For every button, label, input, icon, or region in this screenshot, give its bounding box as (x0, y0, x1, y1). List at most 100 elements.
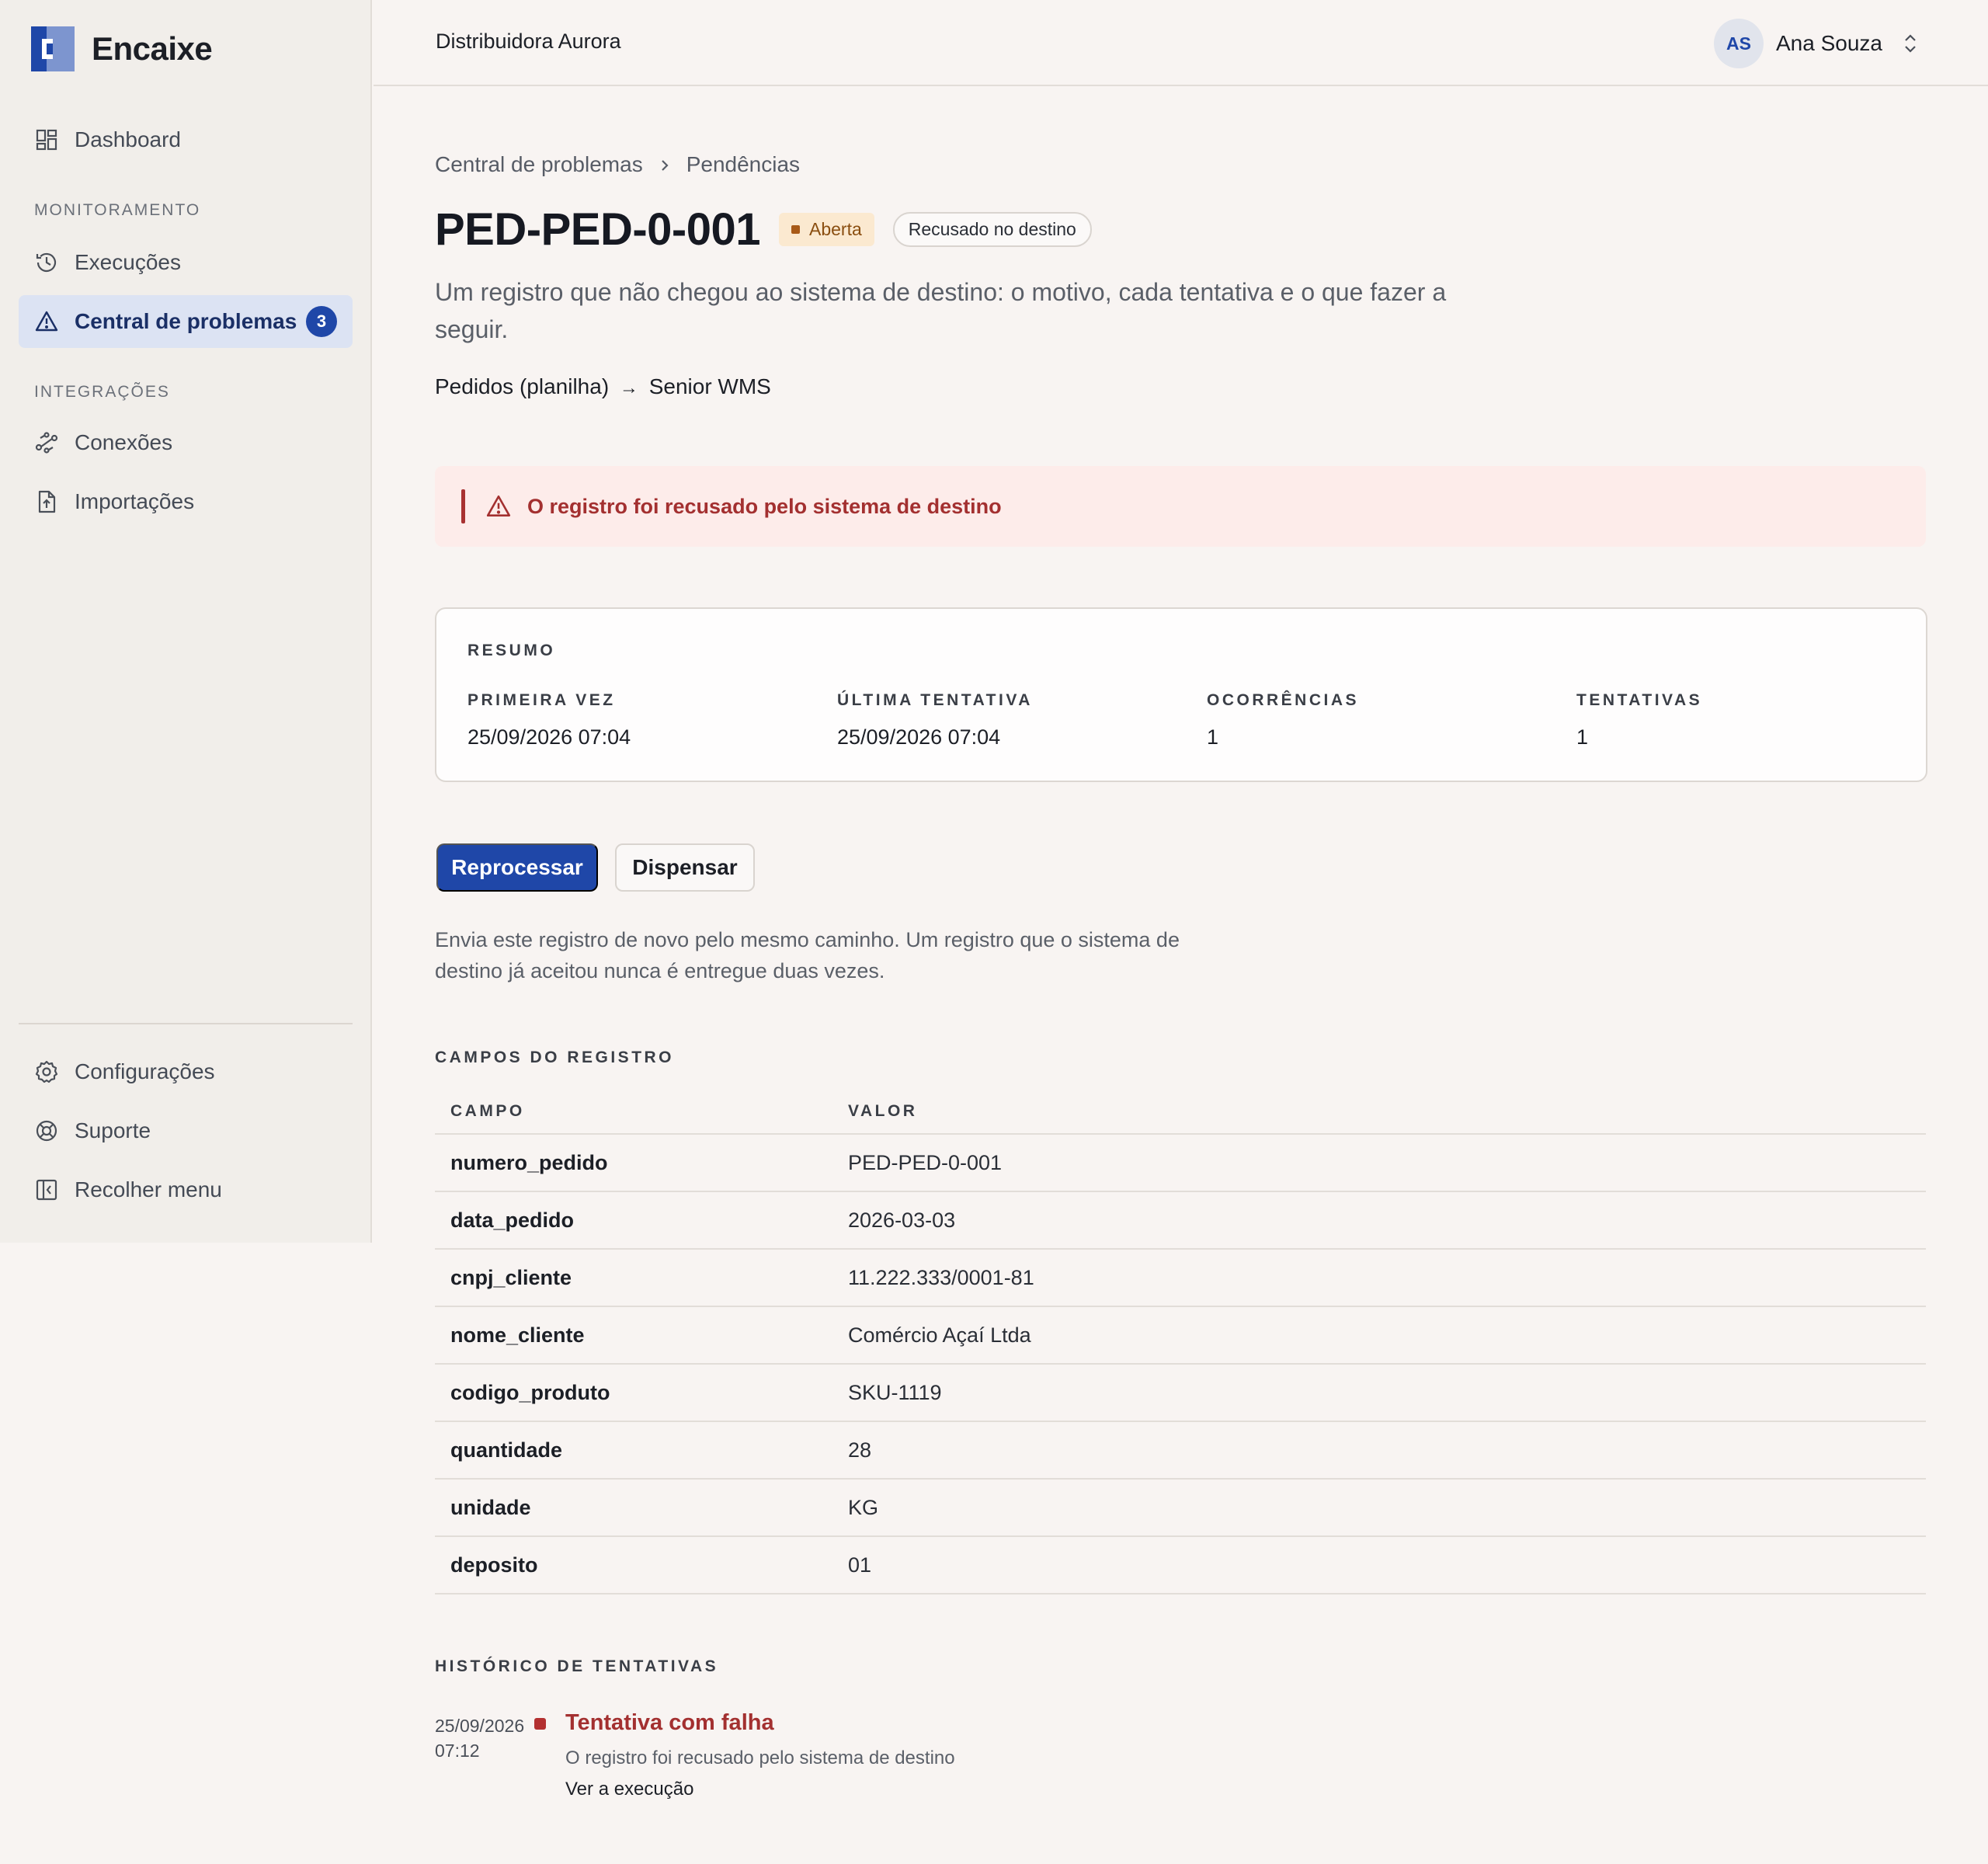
nav-section-monitoring: MONITORAMENTO (34, 201, 201, 219)
history-item: 25/09/2026 07:12 Tentativa com falha O r… (435, 1710, 1522, 1819)
fields-section-title: CAMPOS DO REGISTRO (435, 1048, 675, 1066)
field-key: nome_cliente (435, 1306, 832, 1365)
table-row: codigo_produto SKU-1119 (435, 1364, 1926, 1422)
field-key: quantidade (435, 1421, 832, 1480)
breadcrumb: Central de problemas Pendências (435, 152, 800, 177)
sidebar-item-label: Suporte (75, 1118, 151, 1142)
summary-label: ÚLTIMA TENTATIVA (837, 691, 1033, 709)
sidebar-item-label: Central de problemas (75, 309, 297, 333)
sidebar-item-imports[interactable]: Importações (19, 475, 353, 528)
sidebar-item-label: Dashboard (75, 127, 181, 151)
field-value: 28 (832, 1421, 1926, 1480)
warning-icon (34, 309, 59, 334)
page-subtitle: Um registro que não chegou ao sistema de… (435, 278, 1447, 343)
summary-first-seen: PRIMEIRA VEZ 25/09/2026 07:04 (467, 691, 631, 749)
sidebar-item-collapse[interactable]: Recolher menu (19, 1163, 353, 1216)
avatar: AS (1714, 19, 1764, 68)
problems-count-badge: 3 (306, 306, 337, 337)
reprocess-help-text: Envia este registro de novo pelo mesmo c… (435, 928, 1180, 982)
view-execution-link[interactable]: Ver a execução (565, 1779, 693, 1800)
status-dot-icon (791, 225, 800, 234)
breadcrumb-current: Pendências (686, 152, 801, 176)
history-timestamp: 25/09/2026 07:12 (435, 1713, 528, 1763)
route-arrow: → (619, 377, 638, 398)
summary-label: OCORRÊNCIAS (1207, 691, 1360, 709)
reason-badge: Recusado no destino (892, 212, 1092, 247)
table-row: cnpj_cliente 11.222.333/0001-81 (435, 1249, 1926, 1307)
title-row: PED-PED-0-001 Aberta Recusado no destino (435, 203, 1092, 256)
table-row: quantidade 28 (435, 1421, 1926, 1480)
sidebar-item-problems[interactable]: Central de problemas 3 (19, 295, 353, 348)
encaixe-logo-icon (31, 26, 75, 71)
error-alert: O registro foi recusado pelo sistema de … (435, 466, 1926, 547)
field-value: Comércio Açaí Ltda (832, 1306, 1926, 1365)
sidebar-item-label: Conexões (75, 430, 173, 454)
route-source: Pedidos (planilha) (435, 374, 610, 398)
history-section-title: HISTÓRICO DE TENTATIVAS (435, 1657, 719, 1675)
sidebar-item-settings[interactable]: Configurações (19, 1045, 353, 1098)
sidebar-item-support[interactable]: Suporte (19, 1104, 353, 1157)
brand-name: Encaixe (92, 30, 213, 67)
dismiss-button[interactable]: Dispensar (615, 843, 755, 892)
connections-icon (34, 430, 59, 455)
summary-value: 25/09/2026 07:04 (467, 725, 631, 749)
organization-name: Distribuidora Aurora (436, 30, 621, 53)
alert-accent-bar (461, 489, 465, 523)
page-title: PED-PED-0-001 (435, 204, 760, 255)
field-key: unidade (435, 1479, 832, 1537)
column-header-value: VALOR (832, 1089, 1926, 1135)
status-badge: Aberta (778, 213, 874, 246)
sidebar-item-connections[interactable]: Conexões (19, 416, 353, 469)
field-value: 01 (832, 1536, 1926, 1594)
dashboard-icon (34, 127, 59, 152)
user-name: Ana Souza (1776, 31, 1882, 55)
history-time: 07:12 (435, 1741, 480, 1761)
summary-value: 1 (1576, 725, 1589, 749)
integration-route: Pedidos (planilha) → Senior WMS (435, 374, 771, 399)
field-key: cnpj_cliente (435, 1249, 832, 1307)
sidebar-item-executions[interactable]: Execuções (19, 236, 353, 289)
table-header-row: CAMPO VALOR (435, 1089, 1926, 1135)
nav-section-integrations: INTEGRAÇÕES (34, 383, 170, 401)
route-destination: Senior WMS (648, 374, 771, 398)
brand[interactable]: Encaixe (31, 26, 213, 71)
field-key: deposito (435, 1536, 832, 1594)
field-value: PED-PED-0-001 (832, 1134, 1926, 1192)
field-value: SKU-1119 (832, 1364, 1926, 1422)
alert-message: O registro foi recusado pelo sistema de … (527, 494, 1002, 518)
field-value: 2026-03-03 (832, 1191, 1926, 1250)
table-row: data_pedido 2026-03-03 (435, 1191, 1926, 1250)
failure-status-icon (534, 1718, 546, 1730)
column-header-field: CAMPO (435, 1089, 832, 1135)
fields-table: CAMPO VALOR numero_pedido PED-PED-0-001 d… (435, 1089, 1926, 1594)
table-row: unidade KG (435, 1479, 1926, 1537)
topbar: Distribuidora Aurora AS Ana Souza (374, 0, 1988, 86)
sidebar-item-label: Recolher menu (75, 1177, 222, 1202)
history-status: Tentativa com falha (565, 1710, 774, 1735)
file-import-icon (34, 489, 59, 514)
sidebar-item-dashboard[interactable]: Dashboard (19, 113, 353, 166)
summary-value: 25/09/2026 07:04 (837, 725, 1001, 749)
field-key: numero_pedido (435, 1134, 832, 1192)
sidebar-item-label: Configurações (75, 1059, 215, 1083)
chevron-right-icon (657, 155, 673, 174)
summary-label: TENTATIVAS (1576, 691, 1703, 709)
summary-label: PRIMEIRA VEZ (467, 691, 616, 709)
lifebuoy-icon (34, 1118, 59, 1143)
sidebar-item-label: Importações (75, 489, 195, 513)
summary-value: 1 (1207, 725, 1219, 749)
status-label: Aberta (808, 219, 862, 239)
user-menu[interactable]: AS Ana Souza (1714, 19, 1920, 68)
sidebar-item-label: Execuções (75, 250, 181, 274)
history-date: 25/09/2026 (435, 1716, 525, 1736)
breadcrumb-link-problems[interactable]: Central de problemas (435, 152, 643, 177)
field-key: data_pedido (435, 1191, 832, 1250)
collapse-icon (34, 1177, 59, 1202)
reprocess-button[interactable]: Reprocessar (436, 843, 598, 892)
field-value: 11.222.333/0001-81 (832, 1249, 1926, 1307)
gear-icon (34, 1059, 59, 1084)
history-message: O registro foi recusado pelo sistema de … (565, 1748, 955, 1768)
summary-last-attempt: ÚLTIMA TENTATIVA 25/09/2026 07:04 (837, 691, 1033, 749)
table-row: deposito 01 (435, 1536, 1926, 1594)
summary-card: RESUMO PRIMEIRA VEZ 25/09/2026 07:04 ÚLT… (435, 607, 1927, 782)
